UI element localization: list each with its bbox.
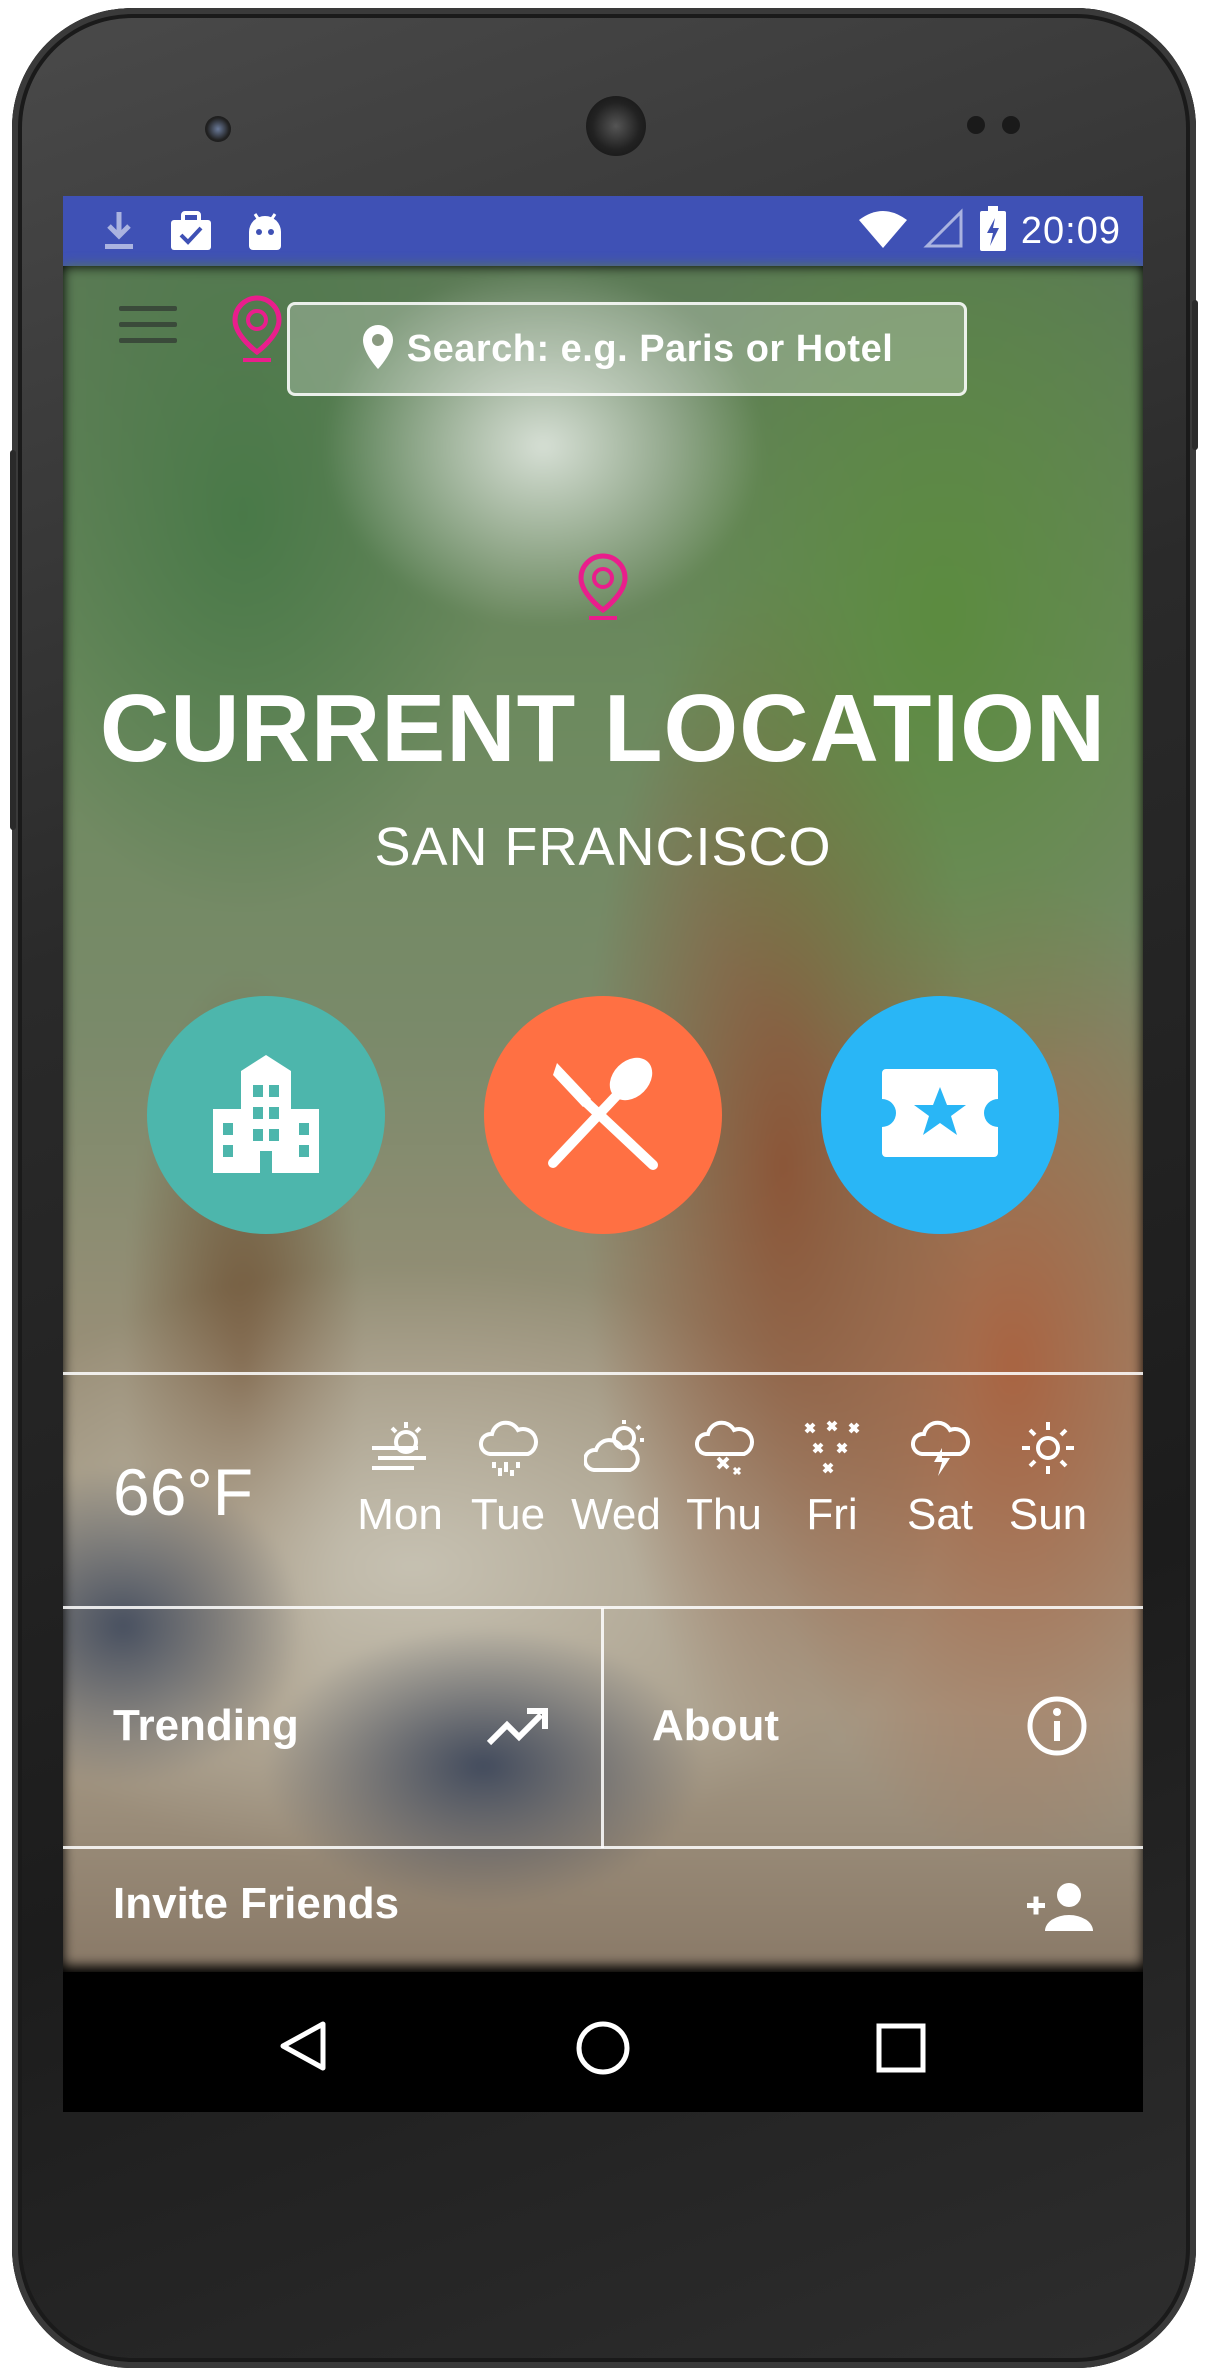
invite-friends-row[interactable]: Invite Friends [63, 1849, 1143, 1972]
invite-friends-label: Invite Friends [113, 1879, 400, 1928]
signal-icon [923, 208, 965, 255]
day-label: Fri [806, 1490, 858, 1539]
recents-icon[interactable] [875, 2022, 927, 2079]
wifi-icon [857, 208, 909, 255]
home-icon[interactable] [573, 2018, 633, 2083]
forecast-day[interactable]: Mon [345, 1418, 455, 1540]
hotels-button[interactable] [147, 996, 385, 1234]
building-icon [211, 1053, 321, 1178]
status-bar: 20:09 [63, 196, 1143, 266]
forecast-day[interactable]: Thu [669, 1418, 779, 1540]
windy-sun-icon [345, 1418, 455, 1482]
fork-knife-icon [543, 1053, 663, 1178]
day-label: Thu [686, 1490, 762, 1539]
forecast-day[interactable]: Wed [561, 1418, 671, 1540]
forecast-day[interactable]: Sat [885, 1418, 995, 1540]
page-title: CURRENT LOCATION [99, 675, 1107, 782]
back-icon[interactable] [275, 2018, 331, 2079]
day-label: Sat [906, 1490, 974, 1539]
battery-charging-icon [979, 206, 1007, 257]
rain-cloud-icon [453, 1418, 563, 1482]
day-label: Mon [357, 1490, 443, 1539]
trending-tile[interactable]: Trending [63, 1609, 601, 1846]
search-input[interactable]: Search: e.g. Paris or Hotel [287, 302, 967, 396]
about-tile[interactable]: About [604, 1609, 1143, 1846]
volume-rocker [10, 450, 16, 830]
trending-up-icon [486, 1707, 549, 1752]
search-placeholder: Search: e.g. Paris or Hotel [406, 327, 894, 370]
snow-cloud-icon [669, 1418, 779, 1482]
download-icon [101, 210, 137, 257]
briefcase-check-icon [169, 210, 213, 257]
trending-label: Trending [113, 1701, 299, 1750]
current-temperature: 66°F [113, 1455, 254, 1529]
android-icon [245, 210, 285, 257]
location-logo-icon [575, 552, 631, 629]
ticket-star-icon [878, 1065, 1002, 1166]
sun-icon [993, 1418, 1103, 1482]
day-label: Wed [571, 1490, 661, 1539]
front-camera [205, 116, 231, 142]
divider [63, 1372, 1143, 1375]
status-clock: 20:09 [1020, 210, 1121, 252]
day-label: Sun [1008, 1490, 1088, 1539]
forecast-day[interactable]: Tue [453, 1418, 563, 1540]
location-pin-icon [361, 323, 395, 376]
light-sensor [1002, 116, 1020, 134]
add-person-icon [1025, 1881, 1095, 1938]
screen: 20:09 Search: e.g. Paris or Hotel CURREN… [63, 196, 1143, 2112]
city-name: SAN FRANCISCO [374, 817, 832, 877]
power-button [1192, 300, 1198, 450]
attractions-button[interactable] [821, 996, 1059, 1234]
day-label: Tue [470, 1490, 546, 1539]
restaurants-button[interactable] [484, 996, 722, 1234]
menu-icon[interactable] [119, 306, 177, 348]
thunder-cloud-icon [885, 1418, 995, 1482]
forecast-day[interactable]: Fri [777, 1418, 887, 1540]
app-logo-icon[interactable] [229, 294, 285, 371]
partly-cloudy-icon [561, 1418, 671, 1482]
proximity-sensor [967, 116, 985, 134]
snowflakes-icon [777, 1418, 887, 1482]
earpiece-speaker [586, 96, 646, 156]
about-label: About [652, 1701, 780, 1750]
forecast-day[interactable]: Sun [993, 1418, 1103, 1540]
navigation-bar [63, 1972, 1143, 2112]
info-icon [1026, 1695, 1088, 1762]
